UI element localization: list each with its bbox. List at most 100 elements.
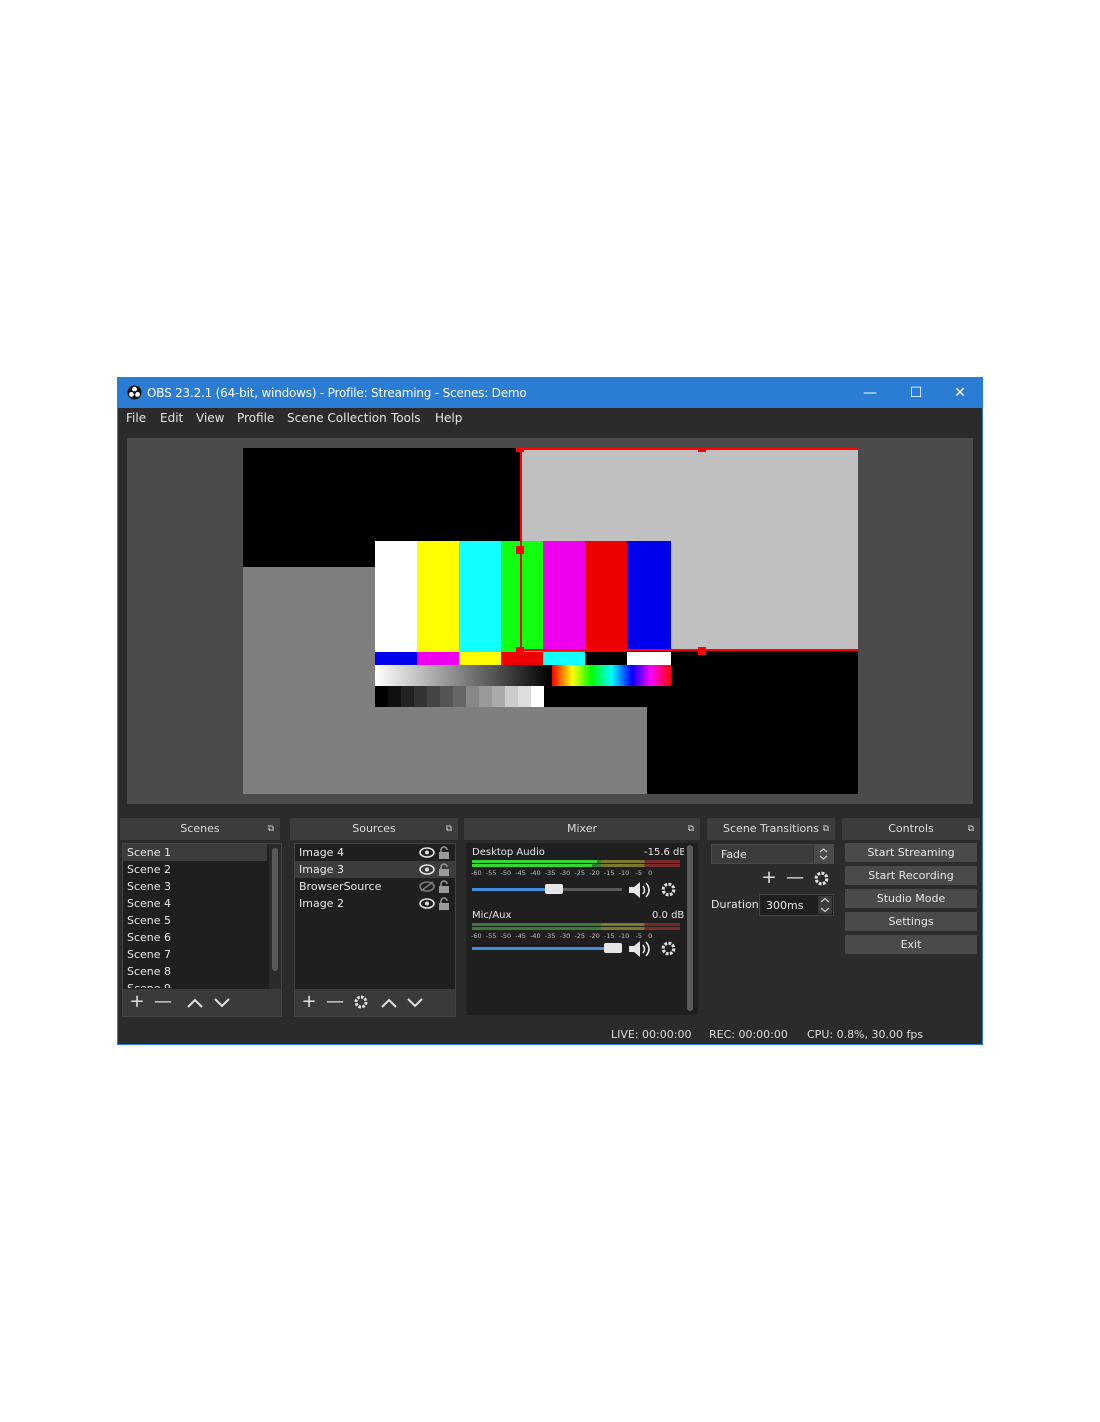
speaker-icon[interactable]: [628, 940, 652, 958]
resize-handle[interactable]: [698, 647, 706, 655]
cpu-status: CPU: 0.8%, 30.00 fps: [807, 1028, 924, 1041]
mixer-scrollbar[interactable]: [684, 843, 696, 1015]
resize-handle[interactable]: [516, 448, 524, 452]
resize-handle[interactable]: [516, 647, 524, 655]
scenes-list: Scene 1 Scene 2 Scene 3 Scene 4 Scene 5 …: [122, 843, 282, 1017]
volume-slider-handle[interactable]: [545, 884, 563, 894]
unlocked-icon[interactable]: [438, 880, 450, 893]
chevron-updown-icon: [819, 848, 828, 860]
scene-item[interactable]: Scene 8: [123, 963, 267, 980]
resize-handle[interactable]: [698, 448, 706, 452]
settings-button[interactable]: Settings: [845, 912, 977, 931]
scene-item[interactable]: Scene 9: [123, 980, 267, 988]
meter-bg: [472, 927, 680, 930]
title-bar[interactable]: OBS 23.2.1 (64-bit, windows) - Profile: …: [118, 378, 982, 408]
mixer-panel: Desktop Audio -15.6 dB -60 -55 -50 -45 -…: [466, 843, 698, 1015]
move-down-icon[interactable]: [407, 998, 423, 1008]
gear-icon[interactable]: [660, 940, 677, 957]
volume-slider-fill: [472, 888, 552, 891]
scenes-scrollbar[interactable]: [269, 844, 281, 989]
menu-file[interactable]: File: [126, 411, 146, 425]
speaker-icon[interactable]: [628, 881, 652, 899]
menu-view[interactable]: View: [196, 411, 224, 425]
close-button[interactable]: ✕: [937, 378, 983, 408]
minimize-button[interactable]: —: [847, 378, 893, 408]
studio-mode-button[interactable]: Studio Mode: [845, 889, 977, 908]
move-up-icon[interactable]: [381, 998, 397, 1008]
unlocked-icon[interactable]: [438, 846, 450, 859]
volume-slider-handle[interactable]: [604, 943, 622, 953]
gear-icon[interactable]: [353, 994, 369, 1010]
obs-logo-icon: [127, 385, 142, 400]
eye-icon[interactable]: [419, 864, 435, 875]
scene-item[interactable]: Scene 6: [123, 929, 267, 946]
remove-icon[interactable]: —: [784, 867, 806, 889]
source-name: Image 2: [299, 897, 344, 910]
transition-select[interactable]: Fade: [711, 844, 834, 864]
scene-item[interactable]: Scene 1: [123, 844, 267, 861]
channel-name: Mic/Aux: [472, 910, 512, 921]
add-icon[interactable]: +: [298, 991, 320, 1013]
menu-profile[interactable]: Profile: [237, 411, 274, 425]
eye-icon[interactable]: [419, 847, 435, 858]
select-arrows[interactable]: [813, 845, 833, 863]
undock-icon[interactable]: ⧉: [688, 818, 694, 840]
eye-icon[interactable]: [419, 898, 435, 909]
scrollbar-thumb[interactable]: [272, 848, 278, 971]
volume-slider-track[interactable]: [472, 947, 622, 950]
scene-item[interactable]: Scene 7: [123, 946, 267, 963]
meter-level-bar: [472, 864, 592, 867]
move-up-icon[interactable]: [187, 998, 203, 1008]
undock-icon[interactable]: ⧉: [268, 818, 274, 840]
sources-dock-title: Sources ⧉: [290, 818, 458, 840]
selection-bounding-box[interactable]: [520, 448, 858, 651]
unlocked-icon[interactable]: [438, 897, 450, 910]
black-image-bottom-right[interactable]: [647, 651, 858, 794]
channel-name: Desktop Audio: [472, 847, 545, 858]
undock-icon[interactable]: ⧉: [446, 818, 452, 840]
menu-help[interactable]: Help: [435, 411, 462, 425]
undock-icon[interactable]: ⧉: [823, 818, 829, 840]
live-status: LIVE: 00:00:00: [611, 1028, 692, 1041]
resize-handle[interactable]: [516, 546, 524, 554]
menu-scene-collection[interactable]: Scene Collection: [287, 411, 387, 425]
scene-item[interactable]: Scene 5: [123, 912, 267, 929]
undock-icon[interactable]: ⧉: [968, 818, 974, 840]
sources-title-label: Sources: [352, 822, 396, 835]
scene-item[interactable]: Scene 4: [123, 895, 267, 912]
unlocked-icon[interactable]: [438, 863, 450, 876]
exit-button[interactable]: Exit: [845, 935, 977, 954]
transitions-dock-title: Scene Transitions ⧉: [707, 818, 835, 840]
sources-toolbar: + —: [295, 989, 455, 1016]
rec-status: REC: 00:00:00: [709, 1028, 788, 1041]
preview-canvas[interactable]: [243, 448, 858, 794]
duration-input[interactable]: 300ms: [759, 894, 834, 916]
scenes-toolbar: + —: [123, 989, 281, 1016]
source-name: Image 4: [299, 846, 344, 859]
gear-icon[interactable]: [660, 881, 677, 898]
menu-tools[interactable]: Tools: [391, 411, 421, 425]
scene-item[interactable]: Scene 3: [123, 878, 267, 895]
source-name: BrowserSource: [299, 880, 382, 893]
spinner-icon[interactable]: [818, 896, 832, 914]
start-streaming-button[interactable]: Start Streaming: [845, 843, 977, 862]
move-down-icon[interactable]: [214, 998, 230, 1008]
scrollbar-thumb[interactable]: [687, 845, 693, 1011]
add-icon[interactable]: +: [126, 991, 148, 1013]
meter-ticks: -60 -55 -50 -45 -40 -35 -30 -25 -20 -15 …: [471, 869, 653, 877]
remove-icon[interactable]: —: [152, 991, 174, 1013]
gear-icon[interactable]: [813, 870, 830, 887]
scene-item[interactable]: Scene 2: [123, 861, 267, 878]
scenes-dock-title: Scenes ⧉: [120, 818, 280, 840]
remove-icon[interactable]: —: [324, 991, 346, 1013]
maximize-button[interactable]: ☐: [893, 378, 939, 408]
meter-ticks: -60 -55 -50 -45 -40 -35 -30 -25 -20 -15 …: [471, 932, 653, 940]
add-icon[interactable]: +: [758, 867, 780, 889]
start-recording-button[interactable]: Start Recording: [845, 866, 977, 885]
sources-list: Image 4 Image 3 BrowserSource Image 2 + …: [294, 843, 456, 1017]
preview-area[interactable]: [127, 438, 973, 804]
window-title: OBS 23.2.1 (64-bit, windows) - Profile: …: [147, 386, 527, 400]
eye-hidden-icon[interactable]: [419, 881, 435, 892]
menu-edit[interactable]: Edit: [160, 411, 183, 425]
duration-label: Duration: [711, 898, 759, 911]
